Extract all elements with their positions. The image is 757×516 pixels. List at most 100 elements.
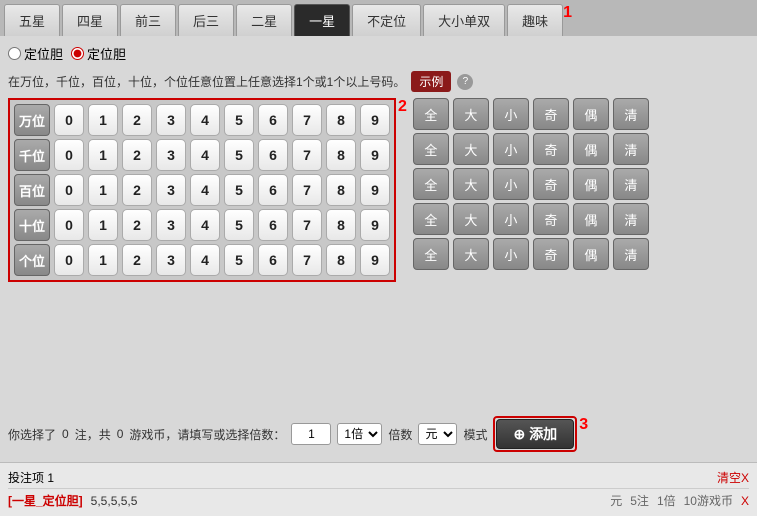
radio-input-1[interactable] [8,47,21,60]
qianwei-qing[interactable]: 清 [613,133,649,165]
wanwei-8[interactable]: 8 [326,104,356,136]
unit-select[interactable]: 元 角 分 [418,423,457,445]
baiwei-9[interactable]: 9 [360,174,390,206]
shiwei-6[interactable]: 6 [258,209,288,241]
qianwei-da[interactable]: 大 [453,133,489,165]
qianwei-9[interactable]: 9 [360,139,390,171]
shiwei-qi[interactable]: 奇 [533,203,569,235]
baiwei-qing[interactable]: 清 [613,168,649,200]
baiwei-1[interactable]: 1 [88,174,118,206]
tab-wuxing[interactable]: 五星 [4,4,60,36]
baiwei-7[interactable]: 7 [292,174,322,206]
help-button[interactable]: ? [457,74,473,90]
gewei-ou[interactable]: 偶 [573,238,609,270]
wanwei-5[interactable]: 5 [224,104,254,136]
tab-daxiodanshuang[interactable]: 大小单双 [423,4,505,36]
tab-qiansan[interactable]: 前三 [120,4,176,36]
baiwei-xiao[interactable]: 小 [493,168,529,200]
gewei-7[interactable]: 7 [292,244,322,276]
gewei-xiao[interactable]: 小 [493,238,529,270]
qianwei-5[interactable]: 5 [224,139,254,171]
shiwei-3[interactable]: 3 [156,209,186,241]
qianwei-7[interactable]: 7 [292,139,322,171]
gewei-3[interactable]: 3 [156,244,186,276]
wanwei-0[interactable]: 0 [54,104,84,136]
baiwei-da[interactable]: 大 [453,168,489,200]
baiwei-qi[interactable]: 奇 [533,168,569,200]
gewei-da[interactable]: 大 [453,238,489,270]
baiwei-2[interactable]: 2 [122,174,152,206]
qianwei-3[interactable]: 3 [156,139,186,171]
shiwei-0[interactable]: 0 [54,209,84,241]
qianwei-2[interactable]: 2 [122,139,152,171]
wanwei-da[interactable]: 大 [453,98,489,130]
shiwei-ou[interactable]: 偶 [573,203,609,235]
shiwei-qing[interactable]: 清 [613,203,649,235]
qianwei-xiao[interactable]: 小 [493,133,529,165]
shiwei-7[interactable]: 7 [292,209,322,241]
example-button[interactable]: 示例 [411,71,451,92]
baiwei-8[interactable]: 8 [326,174,356,206]
tab-quwei[interactable]: 趣味 [507,4,563,36]
radio-input-2[interactable] [71,47,84,60]
tab-yixing[interactable]: 一星 [294,4,350,36]
baiwei-0[interactable]: 0 [54,174,84,206]
shiwei-da[interactable]: 大 [453,203,489,235]
gewei-6[interactable]: 6 [258,244,288,276]
qianwei-quan[interactable]: 全 [413,133,449,165]
baiwei-3[interactable]: 3 [156,174,186,206]
baiwei-quan[interactable]: 全 [413,168,449,200]
gewei-9[interactable]: 9 [360,244,390,276]
tab-erxing[interactable]: 二星 [236,4,292,36]
wanwei-quan[interactable]: 全 [413,98,449,130]
gewei-qing[interactable]: 清 [613,238,649,270]
qianwei-0[interactable]: 0 [54,139,84,171]
shiwei-8[interactable]: 8 [326,209,356,241]
tab-budinwei[interactable]: 不定位 [352,4,421,36]
gewei-8[interactable]: 8 [326,244,356,276]
gewei-5[interactable]: 5 [224,244,254,276]
wanwei-xiao[interactable]: 小 [493,98,529,130]
shiwei-xiao[interactable]: 小 [493,203,529,235]
shiwei-quan[interactable]: 全 [413,203,449,235]
wanwei-4[interactable]: 4 [190,104,220,136]
qianwei-6[interactable]: 6 [258,139,288,171]
baiwei-6[interactable]: 6 [258,174,288,206]
bet-multiplier-input[interactable] [291,423,331,445]
wanwei-7[interactable]: 7 [292,104,322,136]
gewei-4[interactable]: 4 [190,244,220,276]
shiwei-4[interactable]: 4 [190,209,220,241]
qianwei-8[interactable]: 8 [326,139,356,171]
qianwei-4[interactable]: 4 [190,139,220,171]
wanwei-1[interactable]: 1 [88,104,118,136]
radio-option-1[interactable]: 定位胆 [8,44,63,63]
gewei-0[interactable]: 0 [54,244,84,276]
gewei-2[interactable]: 2 [122,244,152,276]
baiwei-5[interactable]: 5 [224,174,254,206]
baiwei-4[interactable]: 4 [190,174,220,206]
shiwei-9[interactable]: 9 [360,209,390,241]
gewei-quan[interactable]: 全 [413,238,449,270]
radio-option-2[interactable]: 定位胆 [71,44,126,63]
shiwei-1[interactable]: 1 [88,209,118,241]
tab-housan[interactable]: 后三 [178,4,234,36]
baiwei-ou[interactable]: 偶 [573,168,609,200]
clear-button[interactable]: 清空X [717,469,749,486]
tab-sixing[interactable]: 四星 [62,4,118,36]
qianwei-1[interactable]: 1 [88,139,118,171]
multiplier-select[interactable]: 1倍 2倍 3倍 [337,423,382,445]
qianwei-ou[interactable]: 偶 [573,133,609,165]
wanwei-9[interactable]: 9 [360,104,390,136]
add-button[interactable]: ⊕ 添加 [496,419,574,449]
wanwei-3[interactable]: 3 [156,104,186,136]
wanwei-qing[interactable]: 清 [613,98,649,130]
bet-delete-button[interactable]: X [741,494,749,508]
gewei-qi[interactable]: 奇 [533,238,569,270]
qianwei-qi[interactable]: 奇 [533,133,569,165]
gewei-1[interactable]: 1 [88,244,118,276]
wanwei-qi[interactable]: 奇 [533,98,569,130]
wanwei-6[interactable]: 6 [258,104,288,136]
shiwei-2[interactable]: 2 [122,209,152,241]
wanwei-ou[interactable]: 偶 [573,98,609,130]
shiwei-5[interactable]: 5 [224,209,254,241]
